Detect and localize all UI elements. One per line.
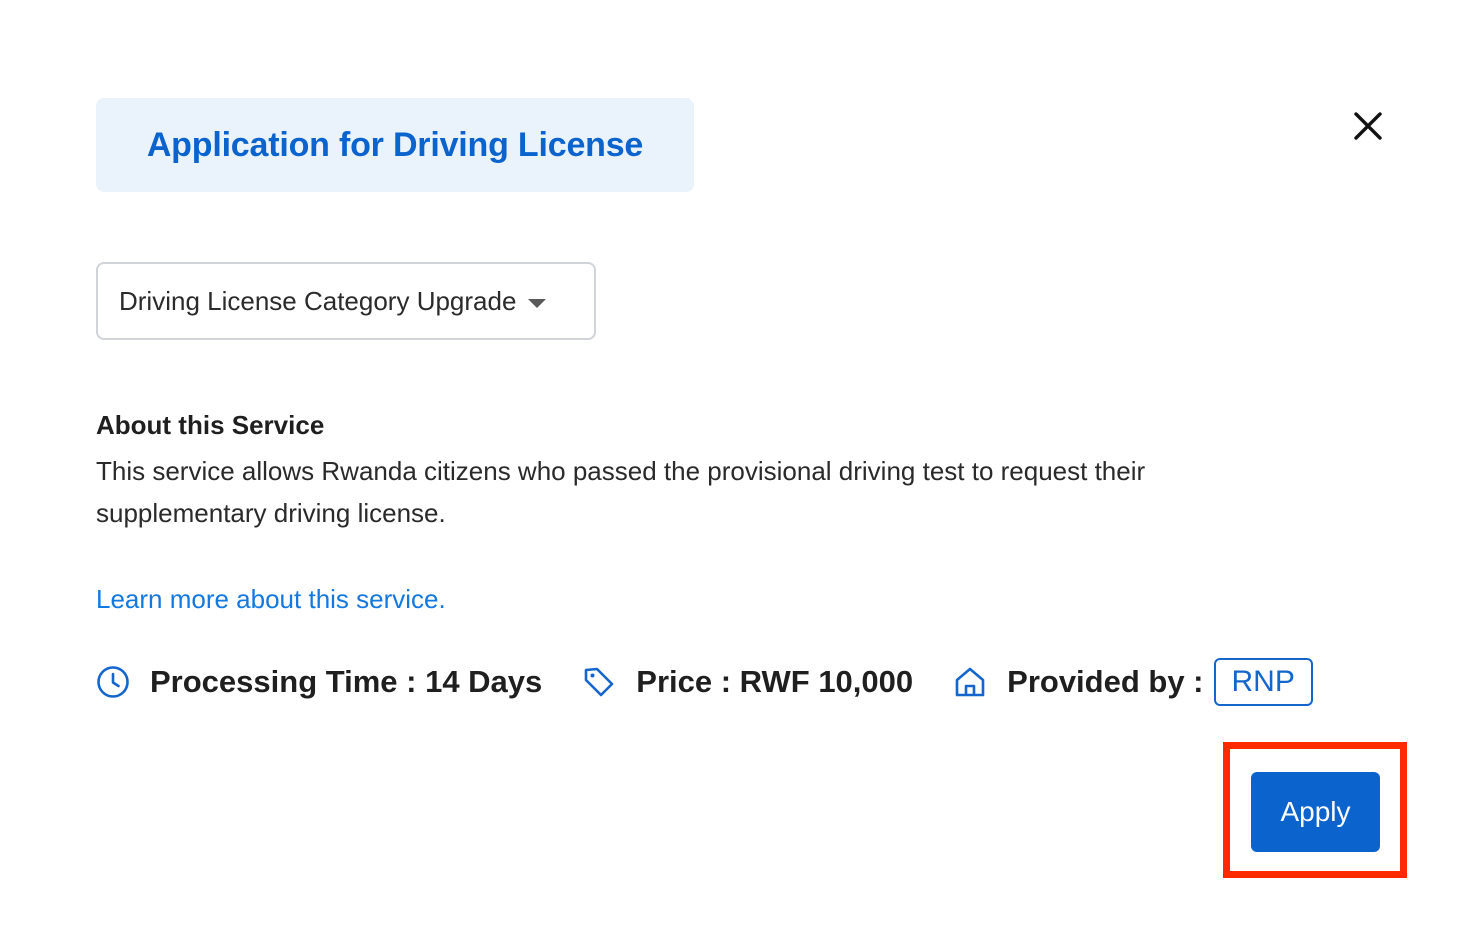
apply-button[interactable]: Apply: [1251, 772, 1380, 852]
learn-more-link[interactable]: Learn more about this service.: [96, 584, 446, 615]
provider-badge: RNP: [1213, 658, 1313, 706]
price-tag-icon: [582, 665, 616, 699]
dialog-title-box: Application for Driving License: [96, 98, 694, 192]
about-heading: About this Service: [96, 410, 325, 440]
service-meta-row: Processing Time : 14 Days Price : RWF 10…: [96, 656, 1313, 708]
home-icon: [953, 665, 987, 699]
caret-down-icon: [528, 298, 547, 308]
about-description: This service allows Rwanda citizens who …: [96, 456, 1146, 528]
service-dialog: Application for Driving License Driving …: [0, 0, 1470, 946]
dialog-title: Application for Driving License: [146, 125, 644, 164]
close-button[interactable]: [1346, 104, 1390, 148]
close-icon: [1354, 112, 1382, 140]
provider: Provided by : RNP: [953, 658, 1313, 706]
price-label: Price : RWF 10,000: [636, 664, 914, 699]
service-type-select[interactable]: Driving License Category Upgrade: [96, 262, 596, 340]
processing-time-label: Processing Time : 14 Days: [150, 664, 543, 699]
processing-time: Processing Time : 14 Days: [96, 664, 542, 700]
provider-label: Provided by :: [1007, 664, 1204, 699]
service-type-selected-value: Driving License Category Upgrade: [119, 285, 517, 316]
price: Price : RWF 10,000: [582, 664, 913, 700]
clock-icon: [96, 665, 130, 699]
